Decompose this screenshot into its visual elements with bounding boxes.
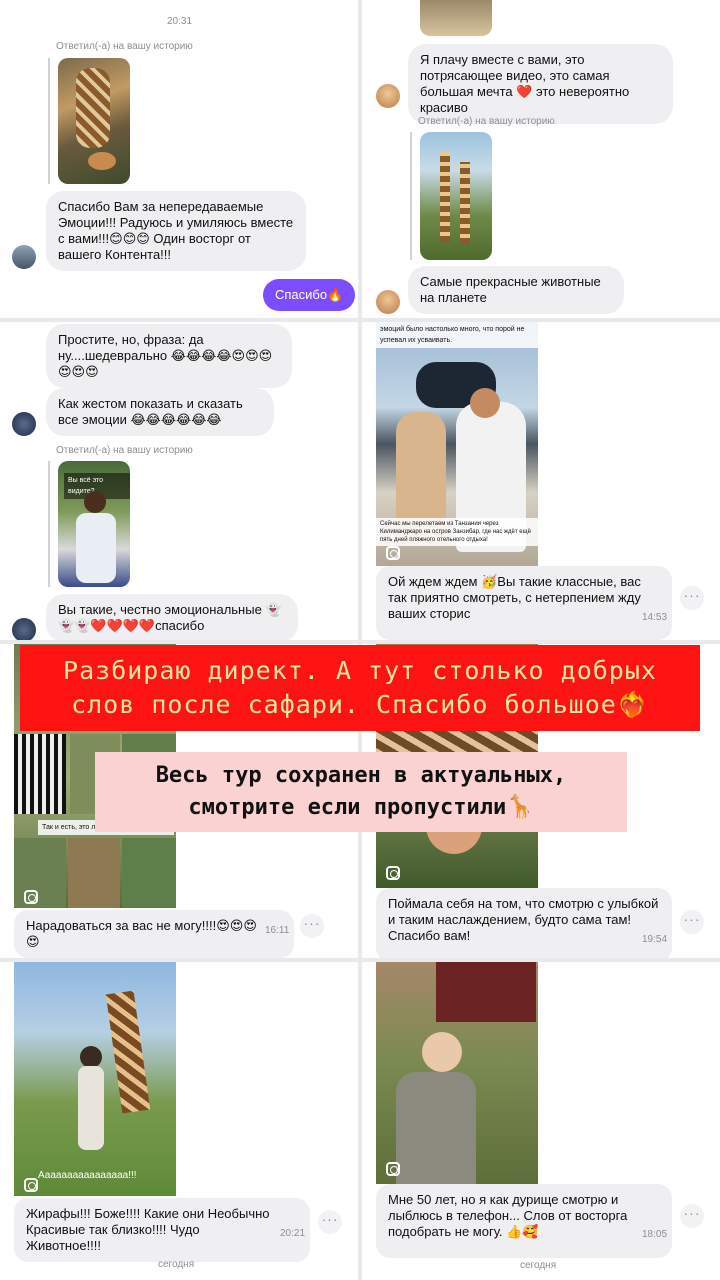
story-image[interactable]: эмоций было настолько много, что порой н…	[376, 322, 538, 566]
day-separator: сегодня	[158, 1259, 195, 1270]
avatar[interactable]	[12, 618, 36, 640]
message-text: Мне 50 лет, но я как дурище смотрю и лыб…	[388, 1192, 628, 1239]
timestamp: 19:54	[642, 934, 668, 945]
message-bubble[interactable]: Мне 50 лет, но я как дурище смотрю и лыб…	[376, 1184, 672, 1258]
avatar[interactable]	[376, 84, 400, 108]
reply-label: Ответил(-а) на вашу историю	[56, 445, 193, 456]
message-bubble[interactable]: Как жестом показать и сказать все эмоции…	[46, 388, 274, 436]
more-dots-icon[interactable]: ···	[680, 910, 704, 934]
reply-label: Ответил(-а) на вашу историю	[56, 41, 193, 52]
story-image[interactable]	[376, 962, 538, 1184]
reply-label: Ответил(-а) на вашу историю	[418, 116, 555, 127]
chat-panel-8: Мне 50 лет, но я как дурище смотрю и лыб…	[362, 962, 720, 1280]
overlay-banner-red: Разбираю директ. А тут столько добрых сл…	[20, 645, 700, 731]
day-separator: сегодня	[520, 1260, 557, 1271]
instagram-icon	[24, 890, 38, 904]
sent-message-bubble[interactable]: Спасибо🔥	[263, 279, 356, 311]
chat-panel-3: Простите, но, фраза: да ну....шедевральн…	[0, 322, 358, 640]
message-text: Ой ждем ждем 🥳Вы такие классные, вас так…	[388, 574, 641, 621]
timestamp: 20:21	[280, 1228, 306, 1239]
story-image[interactable]: Аааааааааааааааа!!!	[14, 962, 176, 1196]
message-bubble[interactable]: Ой ждем ждем 🥳Вы такие классные, вас так…	[376, 566, 672, 640]
overlay-banner-pink: Весь тур сохранен в актуальных, смотрите…	[95, 752, 627, 832]
timestamp: 18:05	[642, 1229, 668, 1240]
message-bubble[interactable]: Поймала себя на том, что смотрю с улыбко…	[376, 888, 672, 958]
timestamp: 14:53	[642, 612, 668, 623]
timestamp: 20:31	[167, 16, 193, 27]
chat-panel-1: 20:31 Ответил(-а) на вашу историю Спасиб…	[0, 0, 358, 318]
instagram-icon	[386, 1162, 400, 1176]
story-thumbnail[interactable]: Вы всё это видите?	[58, 461, 130, 587]
story-thumbnail[interactable]	[420, 132, 492, 260]
message-bubble[interactable]: Жирафы!!! Боже!!!! Какие они Необычно Кр…	[14, 1198, 310, 1262]
instagram-icon	[386, 546, 400, 560]
chat-panel-7: Аааааааааааааааа!!! Жирафы!!! Боже!!!! К…	[0, 962, 358, 1280]
message-text: Жирафы!!! Боже!!!! Какие они Необычно Кр…	[26, 1206, 270, 1253]
story-thumbnail[interactable]	[58, 58, 130, 184]
message-bubble[interactable]: Я плачу вместе с вами, это потрясающее в…	[408, 44, 673, 124]
message-bubble[interactable]: Спасибо Вам за непередаваемые Эмоции!!! …	[46, 191, 306, 271]
chat-panel-4: эмоций было настолько много, что порой н…	[362, 322, 720, 640]
message-bubble[interactable]: Самые прекрасные животные на планете	[408, 266, 624, 314]
message-bubble[interactable]: Вы такие, честно эмоциональные 👻👻👻❤️❤️❤️…	[46, 594, 298, 640]
message-text: Нарадоваться за вас не могу!!!!😍😍😍😍	[26, 918, 257, 949]
message-bubble[interactable]: Нарадоваться за вас не могу!!!!😍😍😍😍	[14, 910, 294, 958]
timestamp: 16:11	[265, 925, 290, 936]
instagram-icon	[24, 1178, 38, 1192]
story-caption: Сейчас мы перелетаем из Танзании через К…	[376, 518, 538, 546]
more-dots-icon[interactable]: ···	[680, 586, 704, 610]
more-dots-icon[interactable]: ···	[680, 1204, 704, 1228]
chat-panel-2: Я плачу вместе с вами, это потрясающее в…	[362, 0, 720, 318]
more-dots-icon[interactable]: ···	[318, 1210, 342, 1234]
story-thumbnail[interactable]	[420, 0, 492, 36]
avatar[interactable]	[12, 245, 36, 269]
avatar[interactable]	[376, 290, 400, 314]
reply-line	[48, 461, 50, 587]
avatar[interactable]	[12, 412, 36, 436]
message-text: Поймала себя на том, что смотрю с улыбко…	[388, 896, 659, 943]
reply-line	[48, 58, 50, 184]
instagram-icon	[386, 866, 400, 880]
story-caption: Аааааааааааааааа!!!	[38, 1170, 137, 1181]
story-caption: эмоций было настолько много, что порой н…	[376, 322, 538, 348]
reply-line	[410, 132, 412, 260]
message-bubble[interactable]: Простите, но, фраза: да ну....шедевральн…	[46, 324, 292, 388]
more-dots-icon[interactable]: ···	[300, 914, 324, 938]
